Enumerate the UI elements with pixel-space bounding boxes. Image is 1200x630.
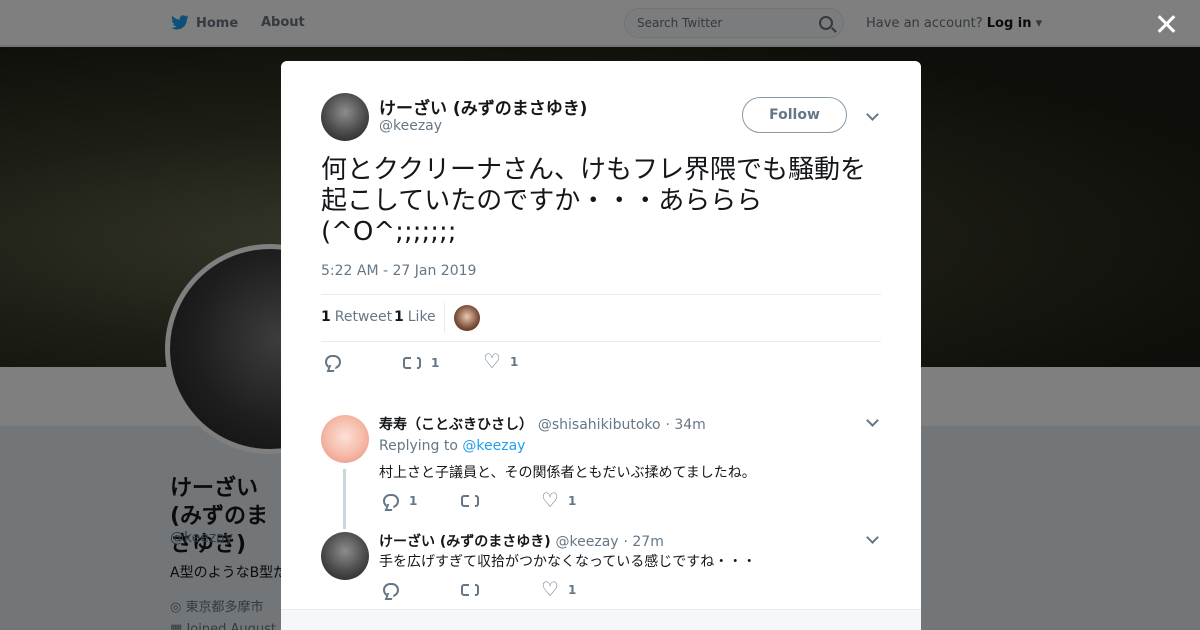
- replying-to: Replying to @keezay: [379, 438, 525, 454]
- reply-author-handle[interactable]: @shisahikibutoko: [538, 417, 661, 433]
- chevron-down-icon[interactable]: [866, 108, 879, 121]
- follow-button[interactable]: Follow: [742, 97, 847, 133]
- reply-button[interactable]: 1: [383, 494, 417, 508]
- tweet-modal: けーざい (みずのまさゆき) @keezay Follow 何とククリーナさん、…: [281, 61, 921, 630]
- retweet-stat[interactable]: 1 Retweet: [321, 309, 392, 325]
- chevron-down-icon[interactable]: [866, 531, 879, 544]
- reply-icon: [325, 355, 341, 369]
- reply-avatar[interactable]: [321, 415, 369, 463]
- reply-button[interactable]: [383, 583, 399, 597]
- retweet-label: Retweet: [334, 309, 393, 325]
- reply-icon: [383, 583, 399, 597]
- replying-to-handle[interactable]: @keezay: [462, 438, 525, 454]
- heart-icon: [541, 577, 559, 601]
- reply-header: けーざい (みずのまさゆき) @keezay · 27m: [379, 531, 664, 551]
- author-avatar[interactable]: [321, 93, 369, 141]
- chevron-down-icon[interactable]: [866, 414, 879, 427]
- reply-author-name[interactable]: けーざい (みずのまさゆき): [379, 534, 551, 550]
- liker-avatar[interactable]: [454, 305, 480, 331]
- author-handle[interactable]: @keezay: [379, 118, 442, 134]
- reply-time[interactable]: · 27m: [623, 534, 663, 550]
- author-name[interactable]: けーざい (みずのまさゆき): [379, 94, 587, 119]
- close-icon[interactable]: [1154, 12, 1178, 36]
- tweet-timestamp[interactable]: 5:22 AM - 27 Jan 2019: [321, 263, 476, 279]
- reply-like-count: 1: [568, 583, 577, 597]
- like-label: Like: [407, 309, 436, 325]
- reply-author-name[interactable]: 寿寿（ことぶきひさし）: [379, 417, 533, 433]
- retweet-icon: [403, 355, 421, 371]
- retweet-icon: [461, 493, 479, 509]
- reply-text: 村上さと子議員と、その関係者ともだいぶ揉めてましたね。: [379, 465, 756, 481]
- retweet-button[interactable]: [461, 582, 479, 598]
- stat-divider: [444, 303, 445, 333]
- reply-like-count: 1: [568, 494, 577, 508]
- reply-text: 手を広げすぎて収拾がつかなくなっている感じですね・・・: [379, 554, 757, 570]
- like-button[interactable]: 1: [541, 488, 577, 512]
- reply-avatar[interactable]: [321, 532, 369, 580]
- heart-icon: [483, 349, 501, 373]
- reply-author-handle[interactable]: @keezay: [556, 534, 619, 550]
- retweet-icon: [461, 582, 479, 598]
- like-button[interactable]: 1: [541, 577, 577, 601]
- like-action-count: 1: [510, 355, 519, 369]
- reply-time[interactable]: · 34m: [665, 417, 705, 433]
- like-count: 1: [394, 309, 404, 325]
- like-stat[interactable]: 1 Like: [394, 309, 436, 325]
- retweet-count: 1: [321, 309, 331, 325]
- tweet-text: 何とククリーナさん、けもフレ界隈でも騒動を起こしていたのですか・・・あららら(^…: [321, 155, 866, 247]
- retweet-action-count: 1: [431, 356, 440, 370]
- replying-to-prefix: Replying to: [379, 438, 458, 454]
- thread-line: [343, 469, 346, 529]
- like-button[interactable]: 1: [483, 349, 519, 373]
- tweet-stats: 1 Retweet 1 Like: [321, 294, 881, 342]
- reply-header: 寿寿（ことぶきひさし） @shisahikibutoko · 34m: [379, 414, 706, 434]
- modal-footer: [281, 609, 921, 630]
- heart-icon: [541, 488, 559, 512]
- reply-icon: [383, 494, 399, 508]
- retweet-button[interactable]: 1: [403, 355, 440, 371]
- reply-button[interactable]: [325, 355, 341, 369]
- retweet-button[interactable]: [461, 493, 479, 509]
- reply-count: 1: [409, 494, 418, 508]
